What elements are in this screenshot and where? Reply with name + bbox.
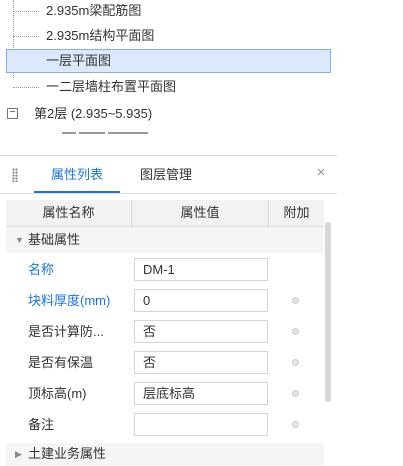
group-basic-properties[interactable]: ▼ 基础属性 [6,227,324,253]
chevron-down-icon[interactable]: ▼ [15,227,24,253]
scrollbar-thumb[interactable] [325,222,331,402]
attach-checkbox[interactable] [292,359,299,366]
property-value-input[interactable]: 0 [134,289,268,312]
property-value-input[interactable] [134,413,268,436]
attach-checkbox[interactable] [292,390,299,397]
tab-bar: 属性列表 图层管理 × [0,156,337,194]
tab-property-list[interactable]: 属性列表 [34,156,120,193]
tree-item[interactable]: 2.935m梁配筋图 [46,0,141,22]
tree-item-selected[interactable]: 一层平面图 [6,49,331,73]
collapse-icon[interactable]: − [7,108,18,119]
property-name: 是否计算防... [28,324,104,339]
tree-level-node[interactable]: 第2层 (2.935~5.935) [34,104,152,124]
table-row: 是否有保温 否 [6,347,324,378]
table-row: 备注 [6,409,324,440]
table-row: 块料厚度(mm) 0 [6,285,324,316]
tree-item-clipped [62,132,172,138]
group-label: 土建业务属性 [28,446,107,461]
property-value-input[interactable]: DM-1 [134,258,268,281]
group-civil-properties[interactable]: ▶ 土建业务属性 [6,443,324,465]
column-header-value: 属性值 [132,200,269,226]
right-blank-area [337,0,403,465]
tab-layer-management[interactable]: 图层管理 [124,156,208,193]
attach-checkbox[interactable] [292,297,299,304]
table-row: 是否计算防... 否 [6,316,324,347]
tree-item[interactable]: 2.935m结构平面图 [46,25,154,47]
attach-checkbox[interactable] [292,328,299,335]
column-header-extra: 附加 [283,205,310,220]
tree-item[interactable]: 一二层墙柱布置平面图 [46,76,176,98]
table-row: 顶标高(m) 层底标高 [6,378,324,409]
drawing-tree: 2.935m梁配筋图 2.935m结构平面图 一层平面图 一二层墙柱布置平面图 … [0,0,337,140]
chevron-right-icon[interactable]: ▶ [15,443,22,465]
properties-panel: 属性列表 图层管理 × 属性名称 属性值 附加 ▼ 基础属性 名称 DM-1 块… [0,155,337,466]
column-header-name: 属性名称 [6,200,132,226]
property-name: 是否有保温 [28,355,94,370]
property-value-input[interactable]: 否 [134,320,268,343]
property-value-input[interactable]: 层底标高 [134,382,268,405]
property-value-input[interactable]: 否 [134,351,268,374]
property-name: 顶标高(m) [28,386,87,401]
attach-checkbox[interactable] [292,421,299,428]
property-name: 块料厚度(mm) [28,293,111,308]
table-row: 名称 DM-1 [6,254,324,285]
property-name: 备注 [28,417,55,432]
group-label: 基础属性 [28,232,81,247]
close-icon[interactable]: × [314,165,328,180]
table-header: 属性名称 属性值 附加 [6,200,324,227]
property-name: 名称 [28,262,55,277]
drag-handle-icon[interactable] [12,168,18,182]
vertical-scrollbar[interactable] [324,214,332,460]
